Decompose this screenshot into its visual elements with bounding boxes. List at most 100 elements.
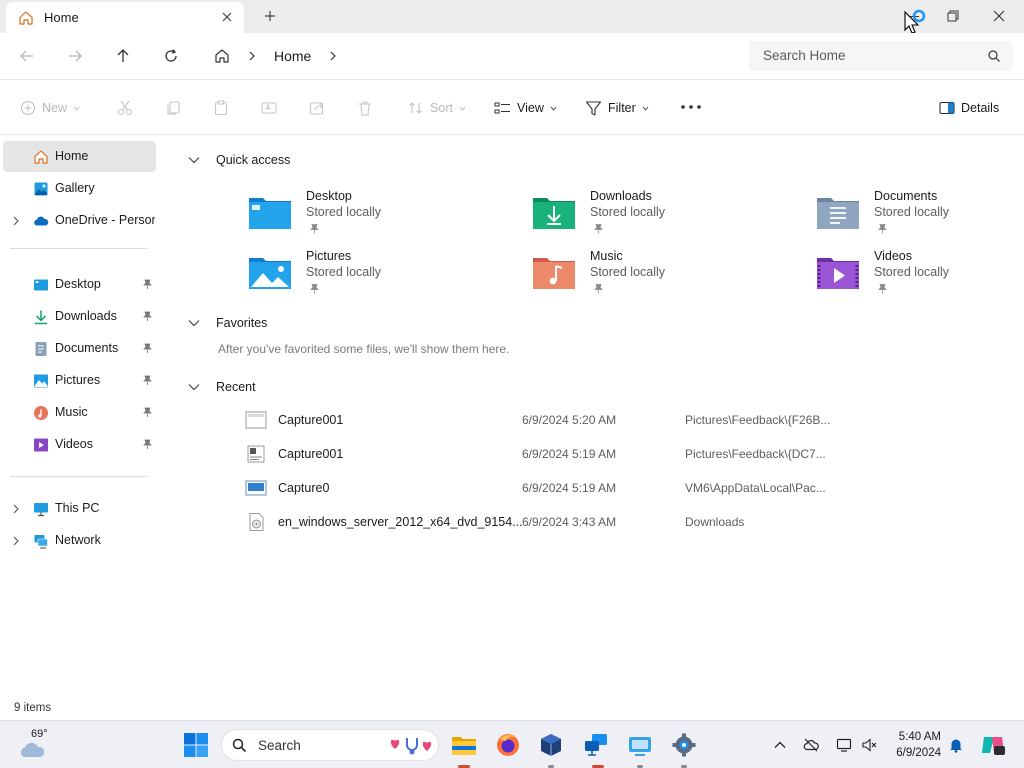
virtual-machine-icon[interactable] (627, 732, 653, 758)
sidebar-item-onedrive[interactable]: OneDrive - Persona (3, 205, 156, 236)
breadcrumb-current[interactable]: Home (274, 48, 311, 64)
sort-button[interactable]: Sort (408, 98, 466, 118)
view-button[interactable]: View (494, 98, 557, 118)
onedrive-cloud-icon (34, 216, 49, 226)
pin-icon[interactable] (142, 311, 153, 322)
sidebar-item-network[interactable]: Network (3, 525, 156, 556)
weather-temperature: 69° (31, 728, 48, 740)
sort-label: Sort (430, 101, 453, 115)
chevron-right-icon[interactable] (12, 536, 20, 546)
pin-icon (594, 224, 603, 234)
section-title: Favorites (216, 316, 268, 330)
breadcrumb-chevron-icon[interactable] (247, 50, 257, 62)
pin-icon (310, 224, 319, 234)
filter-label: Filter (608, 101, 636, 115)
sidebar-item-music[interactable]: Music (3, 397, 156, 428)
chevron-down-icon[interactable] (188, 156, 200, 164)
sidebar-item-downloads[interactable]: Downloads (3, 301, 156, 332)
taskbar-clock[interactable]: 5:40 AM 6/9/2024 (887, 729, 941, 761)
sort-icon (409, 102, 422, 114)
sidebar-item-documents[interactable]: Documents (3, 333, 156, 364)
recent-file-location: Downloads (685, 515, 745, 529)
file-explorer-icon[interactable] (451, 732, 477, 758)
quick-access-desktop[interactable]: Desktop Stored locally (248, 189, 508, 245)
chevron-right-icon[interactable] (12, 216, 20, 226)
chevron-down-icon[interactable] (188, 319, 200, 327)
sidebar-item-this-pc[interactable]: This PC (3, 493, 156, 524)
recent-item[interactable]: Capture001 6/9/2024 5:20 AM Pictures\Fee… (245, 407, 905, 435)
sidebar-item-home[interactable]: Home (3, 141, 156, 172)
cut-icon[interactable] (116, 99, 134, 117)
network-icon (34, 535, 48, 549)
quick-access-downloads[interactable]: Downloads Stored locally (532, 189, 792, 245)
breadcrumb-chevron-icon[interactable] (328, 50, 338, 62)
chevron-up-icon[interactable] (772, 737, 788, 753)
recent-item[interactable]: Capture0 6/9/2024 5:19 AM VM6\AppData\Lo… (245, 475, 905, 503)
section-favorites[interactable]: Favorites (188, 316, 267, 330)
recent-file-date: 6/9/2024 5:19 AM (522, 481, 617, 495)
quick-access-music[interactable]: Music Stored locally (532, 249, 792, 305)
pin-icon[interactable] (142, 375, 153, 386)
filter-button[interactable]: Filter (585, 98, 649, 118)
back-icon[interactable] (18, 47, 36, 65)
sidebar-item-label: Pictures (55, 373, 101, 387)
recent-item[interactable]: Capture001 6/9/2024 5:19 AM Pictures\Fee… (245, 441, 905, 469)
close-window-icon[interactable] (991, 8, 1007, 24)
notification-bell-icon[interactable] (948, 737, 964, 753)
display-icon[interactable] (836, 737, 852, 753)
new-tab-icon[interactable] (262, 8, 278, 24)
more-options-icon[interactable] (680, 104, 702, 110)
sidebar-item-label: Gallery (55, 181, 95, 195)
delete-icon[interactable] (356, 99, 374, 117)
search-icon[interactable] (987, 49, 1001, 63)
section-quick-access[interactable]: Quick access (188, 153, 290, 167)
onedrive-offline-icon[interactable] (803, 737, 819, 753)
favorites-empty-message: After you've favorited some files, we'll… (218, 342, 510, 356)
weather-widget[interactable]: 69° (18, 728, 48, 762)
virtualbox-icon[interactable] (538, 732, 564, 758)
share-icon[interactable] (308, 99, 326, 117)
sidebar-item-desktop[interactable]: Desktop (3, 269, 156, 300)
settings-gear-icon[interactable] (671, 732, 697, 758)
up-icon[interactable] (114, 47, 132, 65)
refresh-icon[interactable] (162, 47, 180, 65)
paste-icon[interactable] (212, 99, 230, 117)
tab-home[interactable]: Home (6, 2, 244, 33)
details-button[interactable]: Details (939, 98, 999, 118)
search-input[interactable]: Search Home (749, 41, 1013, 71)
quick-access-documents[interactable]: Documents Stored locally (816, 189, 1024, 245)
sidebar-item-gallery[interactable]: Gallery (3, 173, 156, 204)
sidebar-item-videos[interactable]: Videos (3, 429, 156, 460)
cursor-busy-icon (904, 9, 926, 34)
copy-icon[interactable] (164, 99, 182, 117)
breadcrumb-home-icon[interactable] (213, 47, 231, 65)
pin-icon[interactable] (142, 407, 153, 418)
pin-icon[interactable] (142, 439, 153, 450)
quick-access-videos[interactable]: Videos Stored locally (816, 249, 1024, 305)
chevron-right-icon[interactable] (12, 504, 20, 514)
remote-desktop-icon[interactable] (583, 732, 609, 758)
sidebar-item-label: This PC (55, 501, 100, 515)
quick-access-pictures[interactable]: Pictures Stored locally (248, 249, 508, 305)
rename-icon[interactable] (260, 99, 278, 117)
close-tab-icon[interactable] (220, 10, 234, 24)
volume-muted-icon[interactable] (861, 737, 877, 753)
forward-icon[interactable] (66, 47, 84, 65)
pin-icon[interactable] (142, 343, 153, 354)
quick-access-status: Stored locally (874, 205, 950, 219)
tab-title: Home (44, 10, 79, 25)
firefox-icon[interactable] (495, 732, 521, 758)
start-windows-icon[interactable] (183, 732, 209, 758)
restore-icon[interactable] (945, 8, 961, 24)
new-button[interactable]: New (20, 98, 80, 118)
sidebar-item-pictures[interactable]: Pictures (3, 365, 156, 396)
details-label: Details (961, 101, 1000, 115)
section-recent[interactable]: Recent (188, 380, 256, 394)
recent-file-name: Capture001 (278, 447, 344, 461)
taskbar-search[interactable]: Search (221, 729, 439, 761)
copilot-icon[interactable] (980, 733, 1006, 757)
quick-access-status: Stored locally (874, 265, 950, 279)
recent-item[interactable]: en_windows_server_2012_x64_dvd_9154... 6… (245, 509, 905, 537)
pin-icon[interactable] (142, 279, 153, 290)
chevron-down-icon[interactable] (188, 383, 200, 391)
